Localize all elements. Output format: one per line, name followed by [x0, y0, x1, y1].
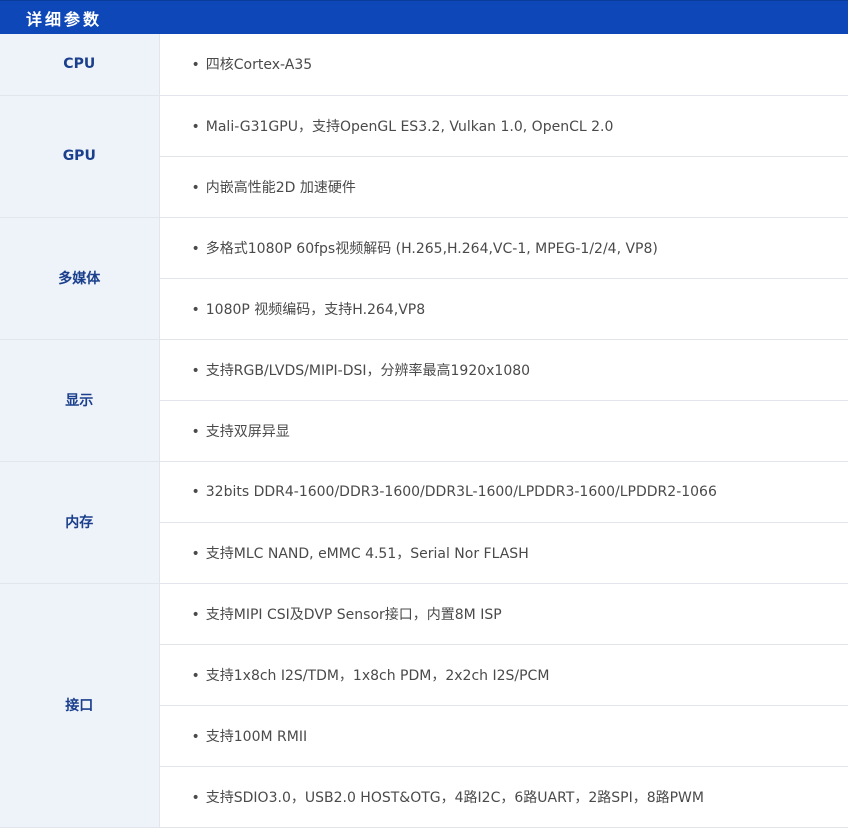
spec-table: CPU • 四核Cortex-A35 GPU • Mali-G31GPU，支持Ope… — [0, 34, 848, 828]
bullet-icon: • — [191, 240, 200, 257]
category-interface: 接口 — [0, 583, 160, 828]
category-display: 显示 — [0, 339, 160, 462]
spec-value: • 支持MLC NAND, eMMC 4.51，Serial Nor FLASH — [159, 522, 848, 584]
bullet-icon: • — [191, 362, 200, 379]
table-row: 显示 • 支持RGB/LVDS/MIPI-DSI，分辨率最高1920x1080 — [0, 339, 848, 462]
category-memory: 内存 — [0, 461, 160, 584]
table-row: 内存 • 32bits DDR4-1600/DDR3-1600/DDR3L-160… — [0, 461, 848, 584]
bullet-icon: • — [191, 728, 200, 745]
spec-value: • 多格式1080P 60fps视频解码 (H.265,H.264,VC-1, M… — [159, 217, 848, 279]
spec-value: • 支持SDIO3.0，USB2.0 HOST&OTG，4路I2C，6路UART，… — [159, 766, 848, 828]
spec-value: • 支持RGB/LVDS/MIPI-DSI，分辨率最高1920x1080 — [159, 339, 848, 401]
bullet-icon: • — [191, 789, 200, 806]
table-row: CPU • 四核Cortex-A35 — [0, 34, 848, 96]
category-gpu: GPU — [0, 95, 160, 218]
bullet-icon: • — [191, 118, 200, 135]
spec-value: • 1080P 视频编码，支持H.264,VP8 — [159, 278, 848, 340]
bullet-icon: • — [191, 301, 200, 318]
table-row: 接口 • 支持MIPI CSI及DVP Sensor接口，内置8M ISP — [0, 583, 848, 828]
table-row: GPU • Mali-G31GPU，支持OpenGL ES3.2, Vulkan … — [0, 95, 848, 218]
spec-value: • 四核Cortex-A35 — [159, 34, 848, 96]
spec-value: • 支持MIPI CSI及DVP Sensor接口，内置8M ISP — [159, 583, 848, 645]
spec-value: • 支持100M RMII — [159, 705, 848, 767]
bullet-icon: • — [191, 606, 200, 623]
spec-value: • 支持双屏异显 — [159, 400, 848, 462]
bullet-icon: • — [191, 483, 200, 500]
section-title: 详细参数 — [26, 9, 103, 29]
spec-value: • Mali-G31GPU，支持OpenGL ES3.2, Vulkan 1.0,… — [159, 95, 848, 157]
spec-value: • 32bits DDR4-1600/DDR3-1600/DDR3L-1600/L… — [159, 461, 848, 523]
bullet-icon: • — [191, 545, 200, 562]
category-multimedia: 多媒体 — [0, 217, 160, 340]
bullet-icon: • — [191, 57, 200, 74]
bullet-icon: • — [191, 423, 200, 440]
spec-value: • 内嵌高性能2D 加速硬件 — [159, 156, 848, 218]
section-header: 详细参数 — [0, 0, 848, 34]
bullet-icon: • — [191, 667, 200, 684]
category-cpu: CPU — [0, 34, 160, 96]
spec-value: • 支持1x8ch I2S/TDM，1x8ch PDM，2x2ch I2S/PCM — [159, 644, 848, 706]
bullet-icon: • — [191, 179, 200, 196]
table-row: 多媒体 • 多格式1080P 60fps视频解码 (H.265,H.264,VC-… — [0, 217, 848, 340]
